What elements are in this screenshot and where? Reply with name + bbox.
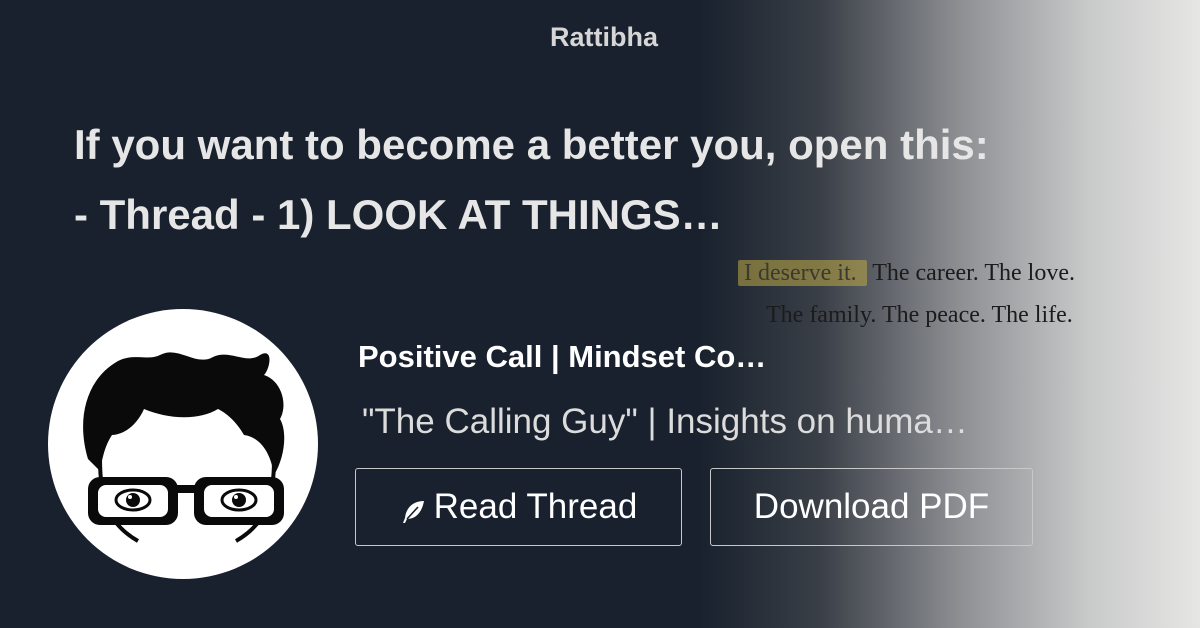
author-avatar — [48, 309, 318, 579]
thread-title-line1: If you want to become a better you, open… — [74, 121, 989, 168]
background-quote-line2: The family. The peace. The life. — [766, 302, 1073, 328]
background-quote-image: I deserve it. The career. The love. The … — [738, 252, 1188, 342]
background-quote-rest: The career. The love. — [872, 260, 1075, 286]
brand-name: Rattibha — [550, 22, 658, 52]
background-quote-line1: I deserve it. The career. The love. — [738, 252, 1075, 294]
thread-title-line2: - Thread - 1) LOOK AT THINGS… — [74, 191, 723, 238]
cartoon-face-icon — [83, 352, 285, 543]
read-thread-button[interactable]: Read Thread — [355, 468, 682, 546]
thread-title: If you want to become a better you, open… — [74, 110, 1144, 250]
background-quote-highlight: I deserve it. — [738, 260, 867, 286]
download-pdf-button[interactable]: Download PDF — [710, 468, 1033, 546]
download-pdf-label: Download PDF — [753, 487, 990, 526]
read-thread-label: Read Thread — [433, 487, 638, 526]
author-bio: "The Calling Guy" | Insights on huma… — [362, 402, 968, 441]
feather-icon — [400, 495, 428, 523]
author-name: Positive Call | Mindset Co… — [358, 339, 767, 374]
